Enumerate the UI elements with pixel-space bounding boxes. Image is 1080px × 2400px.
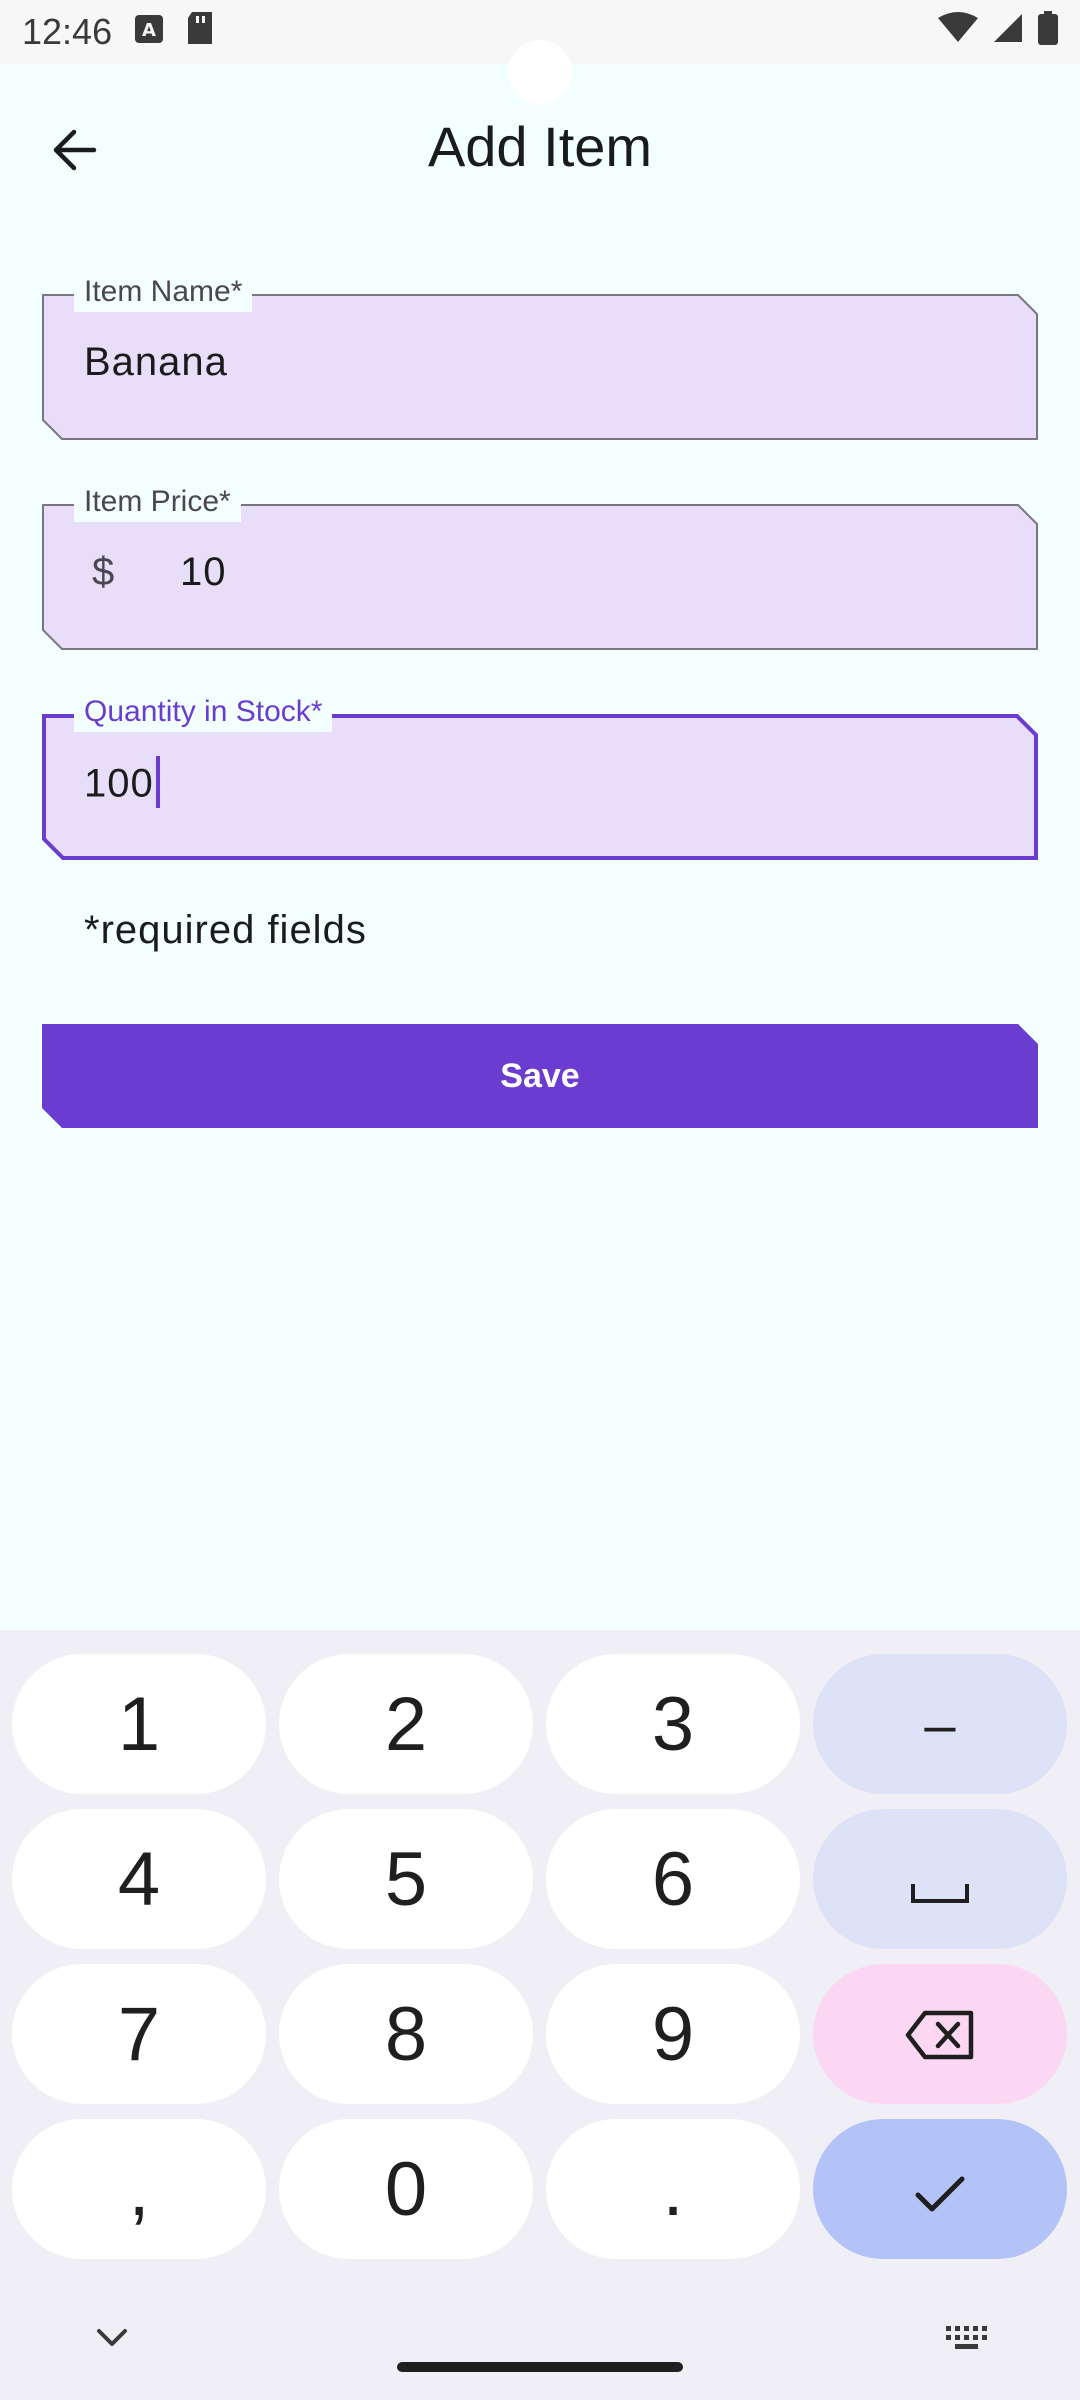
item-price-field[interactable]: Item Price* $ 10 — [42, 482, 1038, 650]
key-period[interactable]: . — [546, 2119, 800, 2259]
key-3[interactable]: 3 — [546, 1654, 800, 1794]
home-indicator[interactable] — [397, 2362, 683, 2372]
save-button[interactable]: Save — [42, 1024, 1038, 1128]
keyboard-switch-icon[interactable] — [946, 2326, 990, 2355]
backspace-icon — [905, 1991, 975, 2078]
svg-text:A: A — [142, 20, 156, 41]
item-name-field[interactable]: Item Name* Banana — [42, 272, 1038, 440]
key-done[interactable] — [813, 2119, 1067, 2259]
hide-keyboard-icon[interactable] — [96, 2328, 128, 2353]
key-backspace[interactable] — [813, 1964, 1067, 2104]
key-4[interactable]: 4 — [12, 1809, 266, 1949]
quantity-field-frame — [42, 714, 1038, 860]
screen: 12:46 A Add Item Item Name* Banana Item … — [0, 0, 1080, 2400]
required-fields-note: *required fields — [84, 908, 367, 952]
battery-icon — [1038, 10, 1058, 54]
key-8[interactable]: 8 — [279, 1964, 533, 2104]
currency-prefix: $ — [92, 550, 115, 594]
key-1[interactable]: 1 — [12, 1654, 266, 1794]
page-title: Add Item — [427, 115, 653, 178]
key-0[interactable]: 0 — [279, 2119, 533, 2259]
key-minus[interactable]: – — [813, 1654, 1067, 1794]
item-price-label: Item Price* — [74, 482, 241, 522]
key-9[interactable]: 9 — [546, 1964, 800, 2104]
key-comma[interactable]: , — [12, 2119, 266, 2259]
signal-icon — [992, 11, 1024, 53]
numeric-keyboard: 1 2 3 – 4 5 6 7 8 9 , 0 . — [0, 1630, 1080, 2400]
item-price-input[interactable]: 10 — [180, 550, 227, 595]
quantity-input[interactable]: 100 — [84, 756, 160, 812]
sd-card-icon — [186, 11, 214, 53]
key-7[interactable]: 7 — [12, 1964, 266, 2104]
key-space[interactable] — [813, 1809, 1067, 1949]
keyboard-nav-bar — [0, 2290, 1080, 2400]
text-cursor — [155, 756, 160, 808]
item-name-label: Item Name* — [74, 272, 253, 312]
wifi-icon — [938, 11, 978, 53]
font-app-icon: A — [134, 11, 164, 53]
check-icon — [914, 2146, 966, 2233]
key-5[interactable]: 5 — [279, 1809, 533, 1949]
key-6[interactable]: 6 — [546, 1809, 800, 1949]
space-bar-icon — [910, 1836, 970, 1923]
top-app-bar: Add Item — [0, 64, 1080, 232]
item-name-input[interactable]: Banana — [84, 340, 228, 385]
quantity-value: 100 — [84, 761, 154, 806]
quantity-field[interactable]: Quantity in Stock* 100 — [42, 692, 1038, 860]
key-2[interactable]: 2 — [279, 1654, 533, 1794]
status-time: 12:46 — [22, 11, 113, 52]
quantity-label: Quantity in Stock* — [74, 692, 333, 732]
